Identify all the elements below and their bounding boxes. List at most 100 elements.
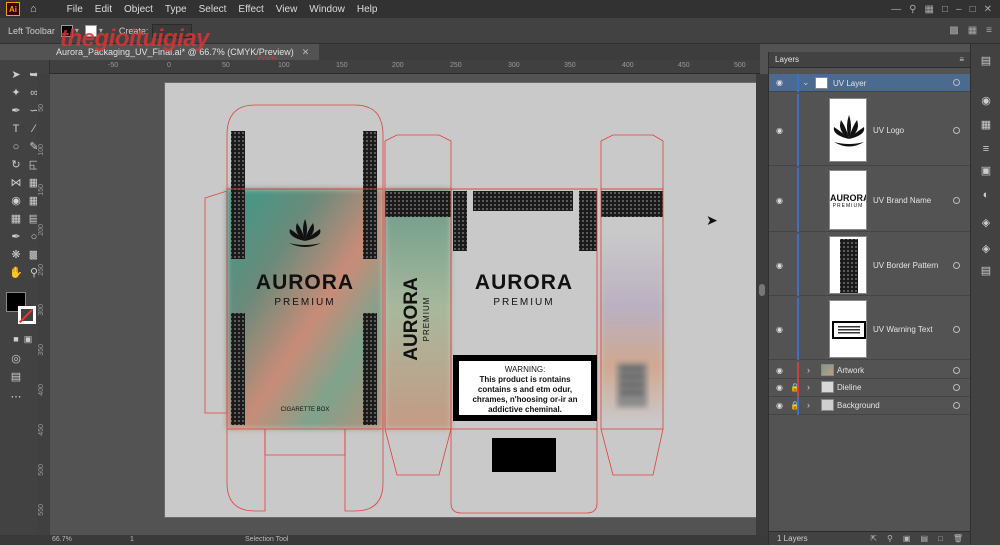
layer-row-uv-layer[interactable]: ◉ ⌄ UV Layer (769, 74, 971, 92)
zoom-level[interactable]: 66.7% (52, 536, 72, 543)
artboard-number[interactable]: 1 (130, 536, 134, 543)
edit-toolbar-icon[interactable]: ⋯ (8, 390, 24, 404)
export-icon[interactable]: ⇱ (870, 534, 877, 543)
ruler-tick: 250 (450, 62, 462, 69)
close-icon[interactable]: ✕ (302, 47, 310, 58)
stroke-color-box[interactable] (18, 306, 36, 324)
color-icon[interactable]: ◉ (979, 94, 993, 108)
screen-mode-icon[interactable]: ▤ (8, 370, 24, 384)
target-icon[interactable] (953, 79, 960, 86)
libraries-icon[interactable]: ▤ (979, 264, 993, 278)
selection-tool-icon[interactable]: ➤ (8, 68, 24, 82)
hand-tool-icon[interactable]: ✋ (8, 266, 24, 280)
eye-icon[interactable]: ◉ (776, 78, 783, 87)
delete-layer-icon[interactable]: 🗑 (953, 534, 963, 543)
horizontal-ruler: -50 0 50 100 150 200 250 300 350 400 450… (50, 60, 760, 74)
eye-icon[interactable]: ◉ (776, 325, 783, 334)
menu-object[interactable]: Object (118, 4, 159, 15)
width-tool-icon[interactable]: ⋈ (8, 176, 24, 190)
window-controls: — ⚲ ▦ □ – □ ✕ (891, 0, 1000, 18)
vertical-scrollbar[interactable] (756, 74, 768, 535)
layer-color-bar (797, 362, 799, 379)
artboards-icon[interactable]: ◈ (979, 242, 993, 256)
share-icon[interactable]: □ (942, 4, 948, 15)
transparency-icon[interactable]: ◐ (979, 188, 993, 202)
locate-icon[interactable]: ⚲ (887, 534, 893, 543)
ruler-tick: 50 (38, 104, 45, 112)
target-icon[interactable] (953, 402, 960, 409)
layer-row-uv-warning-text[interactable]: ◉ UV Warning Text (769, 298, 971, 360)
ellipse-tool-icon[interactable]: ○ (8, 140, 24, 154)
artboard[interactable]: AURORA PREMIUM AURORA PREMIUM CIGARETTE … (164, 82, 756, 518)
swatches-icon[interactable]: ▦ (979, 118, 993, 132)
menu-file[interactable]: File (61, 4, 89, 15)
drawing-mode-icon[interactable]: ◎ (8, 352, 24, 366)
target-icon[interactable] (953, 197, 960, 204)
eye-icon[interactable]: ◉ (776, 366, 783, 375)
eye-icon[interactable]: ◉ (776, 126, 783, 135)
layer-row-background[interactable]: ◉ 🔒 › Background (769, 397, 971, 415)
magic-wand-icon[interactable]: ✦ (8, 86, 24, 100)
mesh-tool-icon[interactable]: ▦ (8, 212, 24, 226)
stroke-icon[interactable]: ≡ (979, 142, 993, 156)
layers-icon[interactable]: ◈ (979, 216, 993, 230)
layers-panel-title[interactable]: Layers (775, 55, 799, 64)
new-sublayer-icon[interactable]: ▤ (920, 534, 928, 543)
transform-icon[interactable]: ▦ (968, 25, 977, 36)
minimize-icon[interactable]: — (891, 4, 901, 15)
menu-type[interactable]: Type (159, 4, 193, 15)
target-icon[interactable] (953, 326, 960, 333)
menu-view[interactable]: View (270, 4, 304, 15)
symbol-sprayer-icon[interactable]: ❋ (8, 248, 24, 262)
eye-icon[interactable]: ◉ (776, 196, 783, 205)
target-icon[interactable] (953, 384, 960, 391)
layers-panel: Layers ≡ ◉ ⌄ UV Layer ◉ UV Logo ◉ AURORA… (768, 52, 971, 545)
layer-row-uv-border-pattern[interactable]: ◉ UV Border Pattern (769, 234, 971, 296)
layer-row-uv-brand-name[interactable]: ◉ AURORA PREMIUM UV Brand Name (769, 168, 971, 232)
ruler-tick: 500 (734, 62, 746, 69)
warning-text: WARNING: This product is rontains contai… (459, 365, 591, 415)
canvas[interactable]: AURORA PREMIUM AURORA PREMIUM CIGARETTE … (50, 74, 756, 535)
menu-window[interactable]: Window (303, 4, 351, 15)
layer-row-dieline[interactable]: ◉ 🔒 › Dieline (769, 379, 971, 397)
menu-edit[interactable]: Edit (89, 4, 118, 15)
maximize-window-icon[interactable]: □ (970, 4, 976, 15)
target-icon[interactable] (953, 127, 960, 134)
close-window-icon[interactable]: ✕ (984, 4, 992, 15)
chevron-right-icon[interactable]: › (807, 365, 810, 375)
target-icon[interactable] (953, 367, 960, 374)
type-tool-icon[interactable]: T (8, 122, 24, 136)
target-icon[interactable] (953, 262, 960, 269)
align-icon[interactable]: ▩ (949, 25, 958, 36)
layer-row-artwork[interactable]: ◉ › Artwork (769, 362, 971, 379)
new-layer-icon[interactable]: □ (938, 534, 943, 543)
menu-select[interactable]: Select (193, 4, 233, 15)
chevron-right-icon[interactable]: › (807, 400, 810, 410)
minimize-window-icon[interactable]: – (956, 4, 962, 15)
gradient-icon[interactable]: ▣ (979, 164, 993, 178)
properties-icon[interactable]: ▤ (979, 54, 993, 68)
chevron-down-icon[interactable]: ⌄ (802, 77, 810, 88)
menu-effect[interactable]: Effect (232, 4, 269, 15)
scrollbar-thumb[interactable] (759, 284, 765, 296)
search-icon[interactable]: ⚲ (909, 4, 916, 15)
pen-tool-icon[interactable]: ✒ (8, 104, 24, 118)
ruler-tick: 350 (564, 62, 576, 69)
rotate-tool-icon[interactable]: ↻ (8, 158, 24, 172)
eyedropper-icon[interactable]: ✒ (8, 230, 24, 244)
clipping-mask-icon[interactable]: ▣ (903, 534, 911, 543)
options-icon[interactable]: ≡ (986, 25, 992, 36)
arrange-icon[interactable]: ▦ (925, 4, 934, 15)
eye-icon[interactable]: ◉ (776, 383, 783, 392)
chevron-right-icon[interactable]: › (807, 382, 810, 392)
eye-icon[interactable]: ◉ (776, 261, 783, 270)
home-icon[interactable]: ⌂ (30, 3, 37, 15)
panel-menu-icon[interactable]: ≡ (959, 55, 964, 64)
pattern-strip (601, 191, 663, 217)
barcode-blur (617, 363, 647, 407)
shape-builder-icon[interactable]: ◉ (8, 194, 24, 208)
menu-help[interactable]: Help (351, 4, 384, 15)
front-brand-text: AURORA (255, 271, 355, 294)
layer-row-uv-logo[interactable]: ◉ UV Logo (769, 94, 971, 166)
eye-icon[interactable]: ◉ (776, 401, 783, 410)
